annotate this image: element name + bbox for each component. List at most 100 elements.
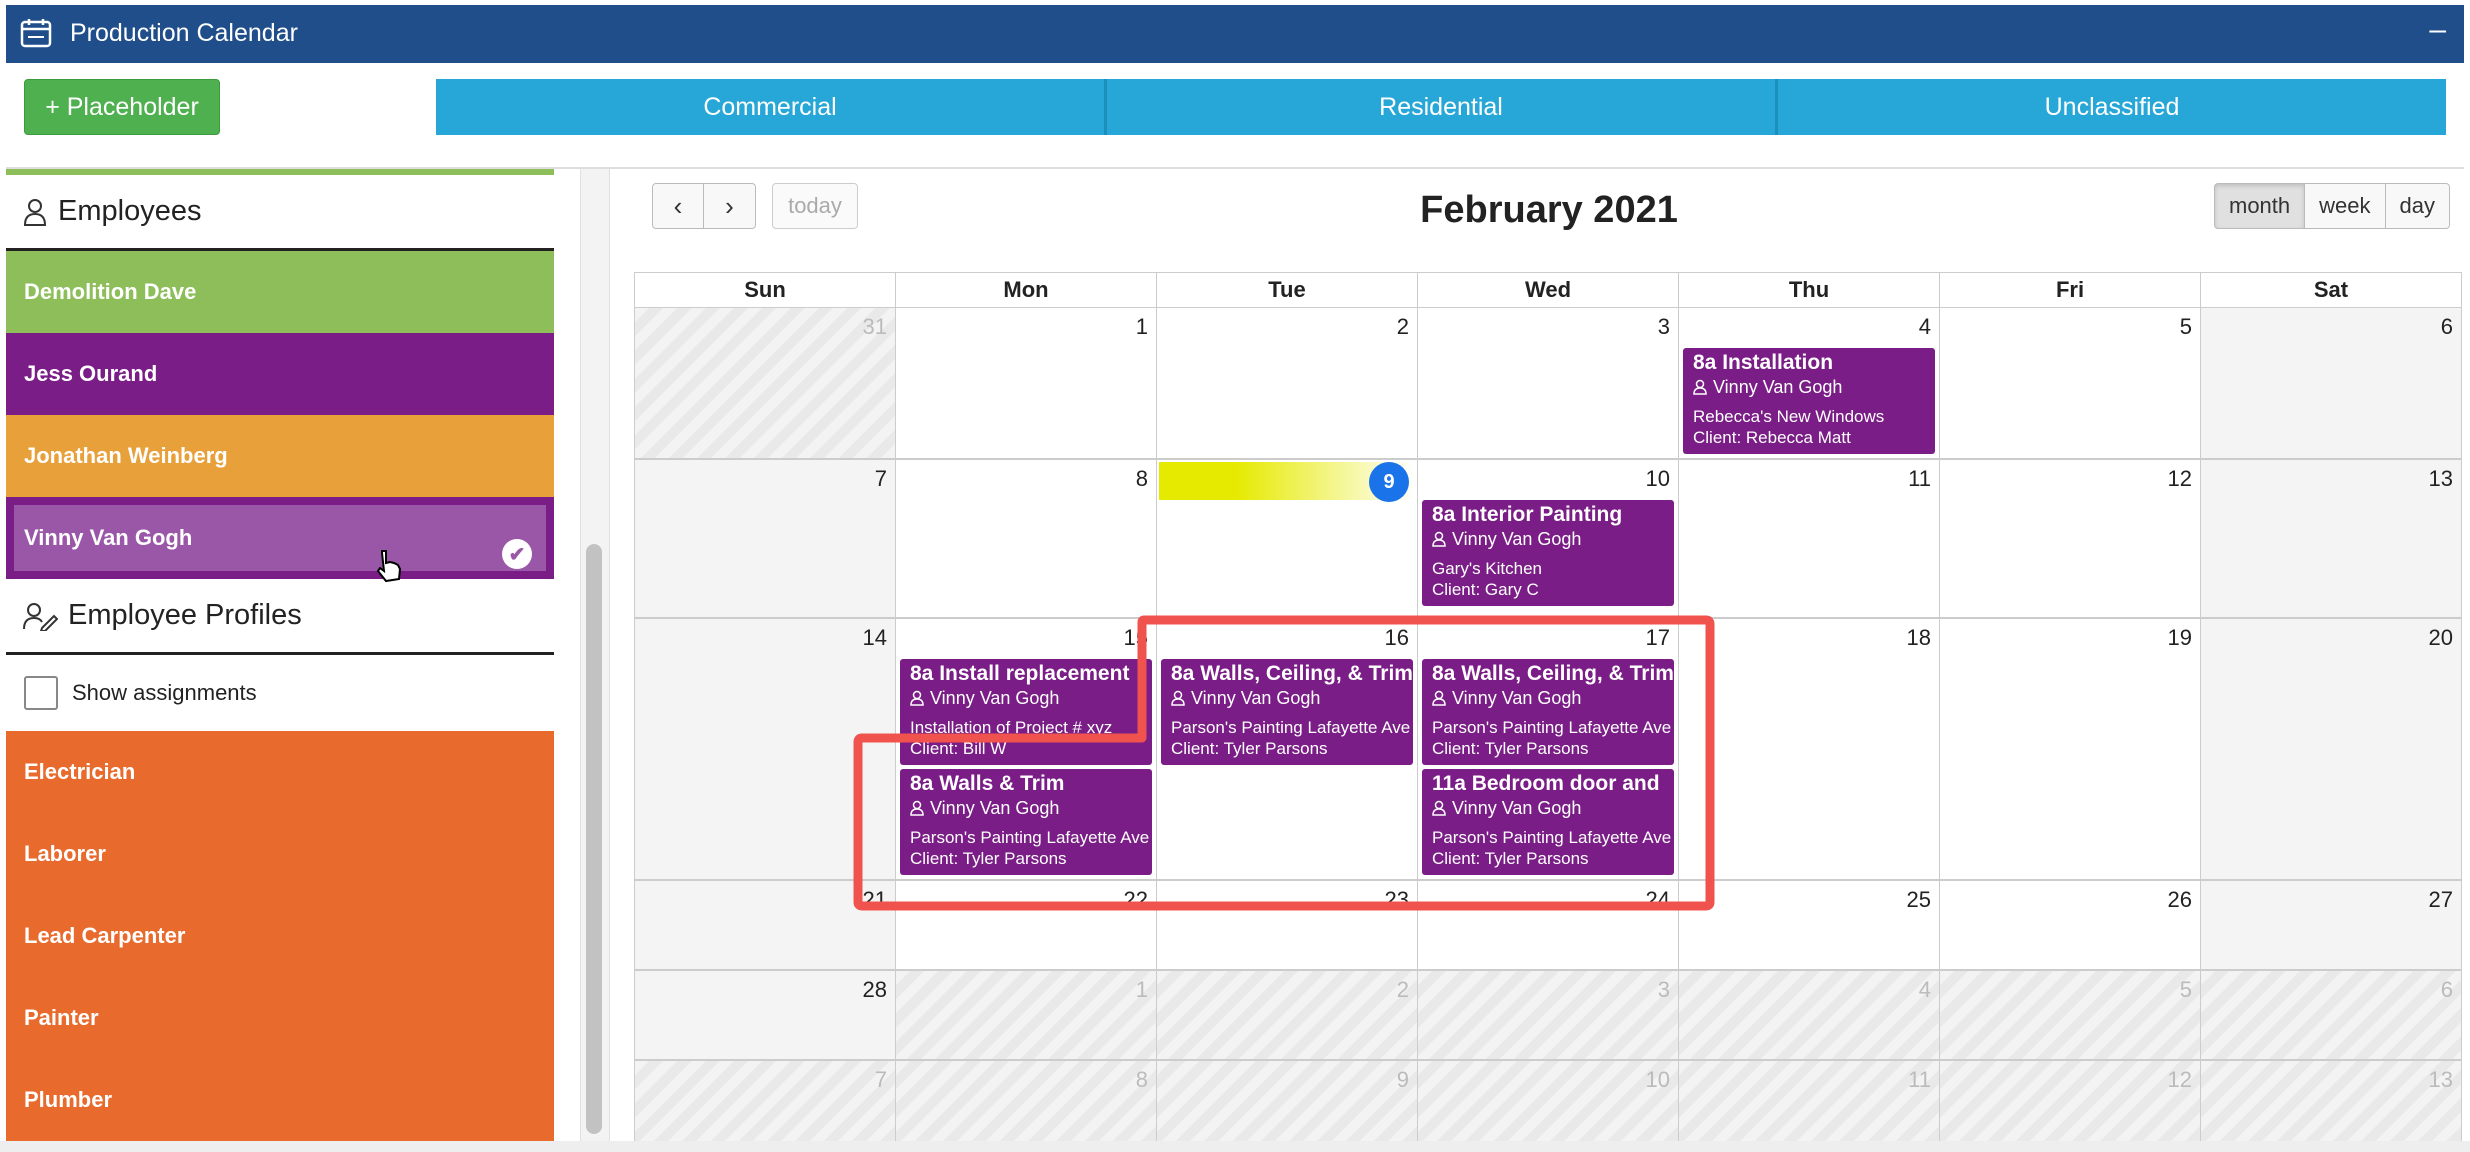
sidebar-scrollbar[interactable]	[580, 169, 610, 1141]
calendar-event[interactable]: 11a Bedroom door and Vinny Van Gogh Parson…	[1422, 769, 1674, 875]
day-number[interactable]: 2	[1397, 977, 1409, 1003]
day-number[interactable]: 20	[2429, 625, 2453, 651]
profile-item[interactable]: Laborer	[6, 813, 554, 895]
day-cell[interactable]: 11	[1678, 460, 1939, 617]
day-cell[interactable]: 10 8a Interior Painting Vinny Van Gogh Gary…	[1417, 460, 1678, 617]
sidebar-scrollbar-thumb[interactable]	[586, 544, 602, 1134]
tab-commercial[interactable]: Commercial	[436, 79, 1107, 135]
day-number[interactable]: 24	[1646, 887, 1670, 913]
day-cell[interactable]: 31	[635, 308, 895, 458]
day-cell[interactable]: 21	[635, 881, 895, 969]
day-number[interactable]: 25	[1907, 887, 1931, 913]
day-cell[interactable]: 19	[1939, 619, 2200, 879]
show-assignments-row[interactable]: Show assignments	[6, 655, 554, 731]
day-cell[interactable]: 8	[895, 1061, 1156, 1149]
day-number[interactable]: 23	[1385, 887, 1409, 913]
day-number[interactable]: 31	[863, 314, 887, 340]
day-number[interactable]: 15	[1124, 625, 1148, 651]
tab-residential[interactable]: Residential	[1107, 79, 1778, 135]
day-number[interactable]: 10	[1646, 1067, 1670, 1093]
day-cell[interactable]: 25	[1678, 881, 1939, 969]
day-number[interactable]: 19	[2168, 625, 2192, 651]
day-cell[interactable]: 9	[1156, 1061, 1417, 1149]
day-number[interactable]: 11	[1908, 466, 1931, 492]
view-day-button[interactable]: day	[2384, 183, 2450, 229]
day-number[interactable]: 12	[2168, 466, 2192, 492]
add-placeholder-button[interactable]: + Placeholder	[24, 79, 220, 135]
day-number[interactable]: 17	[1646, 625, 1670, 651]
day-cell[interactable]: 8	[895, 460, 1156, 617]
day-number[interactable]: 13	[2429, 466, 2453, 492]
day-cell[interactable]: 10	[1417, 1061, 1678, 1149]
minimize-button[interactable]: –	[2429, 15, 2446, 45]
day-cell[interactable]: 23	[1156, 881, 1417, 969]
day-number[interactable]: 6	[2441, 314, 2453, 340]
day-number[interactable]: 10	[1646, 466, 1670, 492]
day-cell[interactable]: 2	[1156, 971, 1417, 1059]
day-number[interactable]: 26	[2168, 887, 2192, 913]
day-number[interactable]: 18	[1907, 625, 1931, 651]
day-cell[interactable]: 28	[635, 971, 895, 1059]
view-week-button[interactable]: week	[2304, 183, 2386, 229]
day-cell[interactable]: 1	[895, 308, 1156, 458]
day-number[interactable]: 13	[2429, 1067, 2453, 1093]
day-number[interactable]: 28	[863, 977, 887, 1003]
day-cell[interactable]: 2	[1156, 308, 1417, 458]
day-number[interactable]: 7	[875, 466, 887, 492]
day-number[interactable]: 2	[1397, 314, 1409, 340]
calendar-event[interactable]: 8a Walls, Ceiling, & Trim Vinny Van Gogh P…	[1161, 659, 1413, 765]
day-cell[interactable]: 5	[1939, 971, 2200, 1059]
day-cell[interactable]: 6	[2200, 971, 2461, 1059]
day-cell[interactable]: 4 8a Installation Vinny Van Gogh Rebecca's …	[1678, 308, 1939, 458]
day-cell[interactable]: 12	[1939, 460, 2200, 617]
day-cell[interactable]: 24	[1417, 881, 1678, 969]
show-assignments-checkbox[interactable]	[24, 676, 58, 710]
day-cell[interactable]: 17 8a Walls, Ceiling, & Trim Vinny Van Gog…	[1417, 619, 1678, 879]
day-number[interactable]: 16	[1385, 625, 1409, 651]
day-number[interactable]: 5	[2180, 977, 2192, 1003]
day-cell[interactable]: 7	[635, 460, 895, 617]
employee-item[interactable]: Jonathan Weinberg	[6, 415, 554, 497]
day-number[interactable]: 5	[2180, 314, 2192, 340]
day-cell[interactable]: 12	[1939, 1061, 2200, 1149]
day-cell[interactable]: 11	[1678, 1061, 1939, 1149]
day-number[interactable]: 3	[1658, 314, 1670, 340]
day-number[interactable]: 1	[1136, 977, 1148, 1003]
calendar-event[interactable]: 8a Walls & Trim Vinny Van Gogh Parson's Pa…	[900, 769, 1152, 875]
day-number[interactable]: 3	[1658, 977, 1670, 1003]
day-number[interactable]: 27	[2429, 887, 2453, 913]
day-cell[interactable]: 5	[1939, 308, 2200, 458]
day-number-today[interactable]: 9	[1369, 462, 1409, 502]
profile-item[interactable]: Electrician	[6, 731, 554, 813]
day-number[interactable]: 6	[2441, 977, 2453, 1003]
day-cell[interactable]: 20	[2200, 619, 2461, 879]
day-cell[interactable]: 9	[1156, 460, 1417, 617]
day-cell[interactable]: 27	[2200, 881, 2461, 969]
profile-item[interactable]: Plumber	[6, 1059, 554, 1141]
day-cell[interactable]: 14	[635, 619, 895, 879]
day-number[interactable]: 4	[1919, 977, 1931, 1003]
day-number[interactable]: 12	[2168, 1067, 2192, 1093]
day-number[interactable]: 1	[1136, 314, 1148, 340]
calendar-event[interactable]: 8a Installation Vinny Van Gogh Rebecca's N…	[1683, 348, 1935, 454]
profile-item[interactable]: Lead Carpenter	[6, 895, 554, 977]
day-number[interactable]: 8	[1136, 1067, 1148, 1093]
day-number[interactable]: 9	[1397, 1067, 1409, 1093]
day-cell[interactable]: 3	[1417, 971, 1678, 1059]
day-number[interactable]: 22	[1124, 887, 1148, 913]
view-month-button[interactable]: month	[2214, 183, 2306, 229]
day-cell[interactable]: 1	[895, 971, 1156, 1059]
day-cell[interactable]: 22	[895, 881, 1156, 969]
day-number[interactable]: 14	[863, 625, 887, 651]
day-cell[interactable]: 13	[2200, 1061, 2461, 1149]
day-number[interactable]: 4	[1919, 314, 1931, 340]
day-cell[interactable]: 7	[635, 1061, 895, 1149]
day-number[interactable]: 8	[1136, 466, 1148, 492]
day-cell[interactable]: 18	[1678, 619, 1939, 879]
calendar-event[interactable]: 8a Interior Painting Vinny Van Gogh Gary's…	[1422, 500, 1674, 606]
day-cell[interactable]: 13	[2200, 460, 2461, 617]
employee-item-selected[interactable]: Vinny Van Gogh ✔	[6, 497, 554, 583]
day-cell[interactable]: 16 8a Walls, Ceiling, & Trim Vinny Van Gog…	[1156, 619, 1417, 879]
profile-item[interactable]: Painter	[6, 977, 554, 1059]
day-number[interactable]: 7	[875, 1067, 887, 1093]
